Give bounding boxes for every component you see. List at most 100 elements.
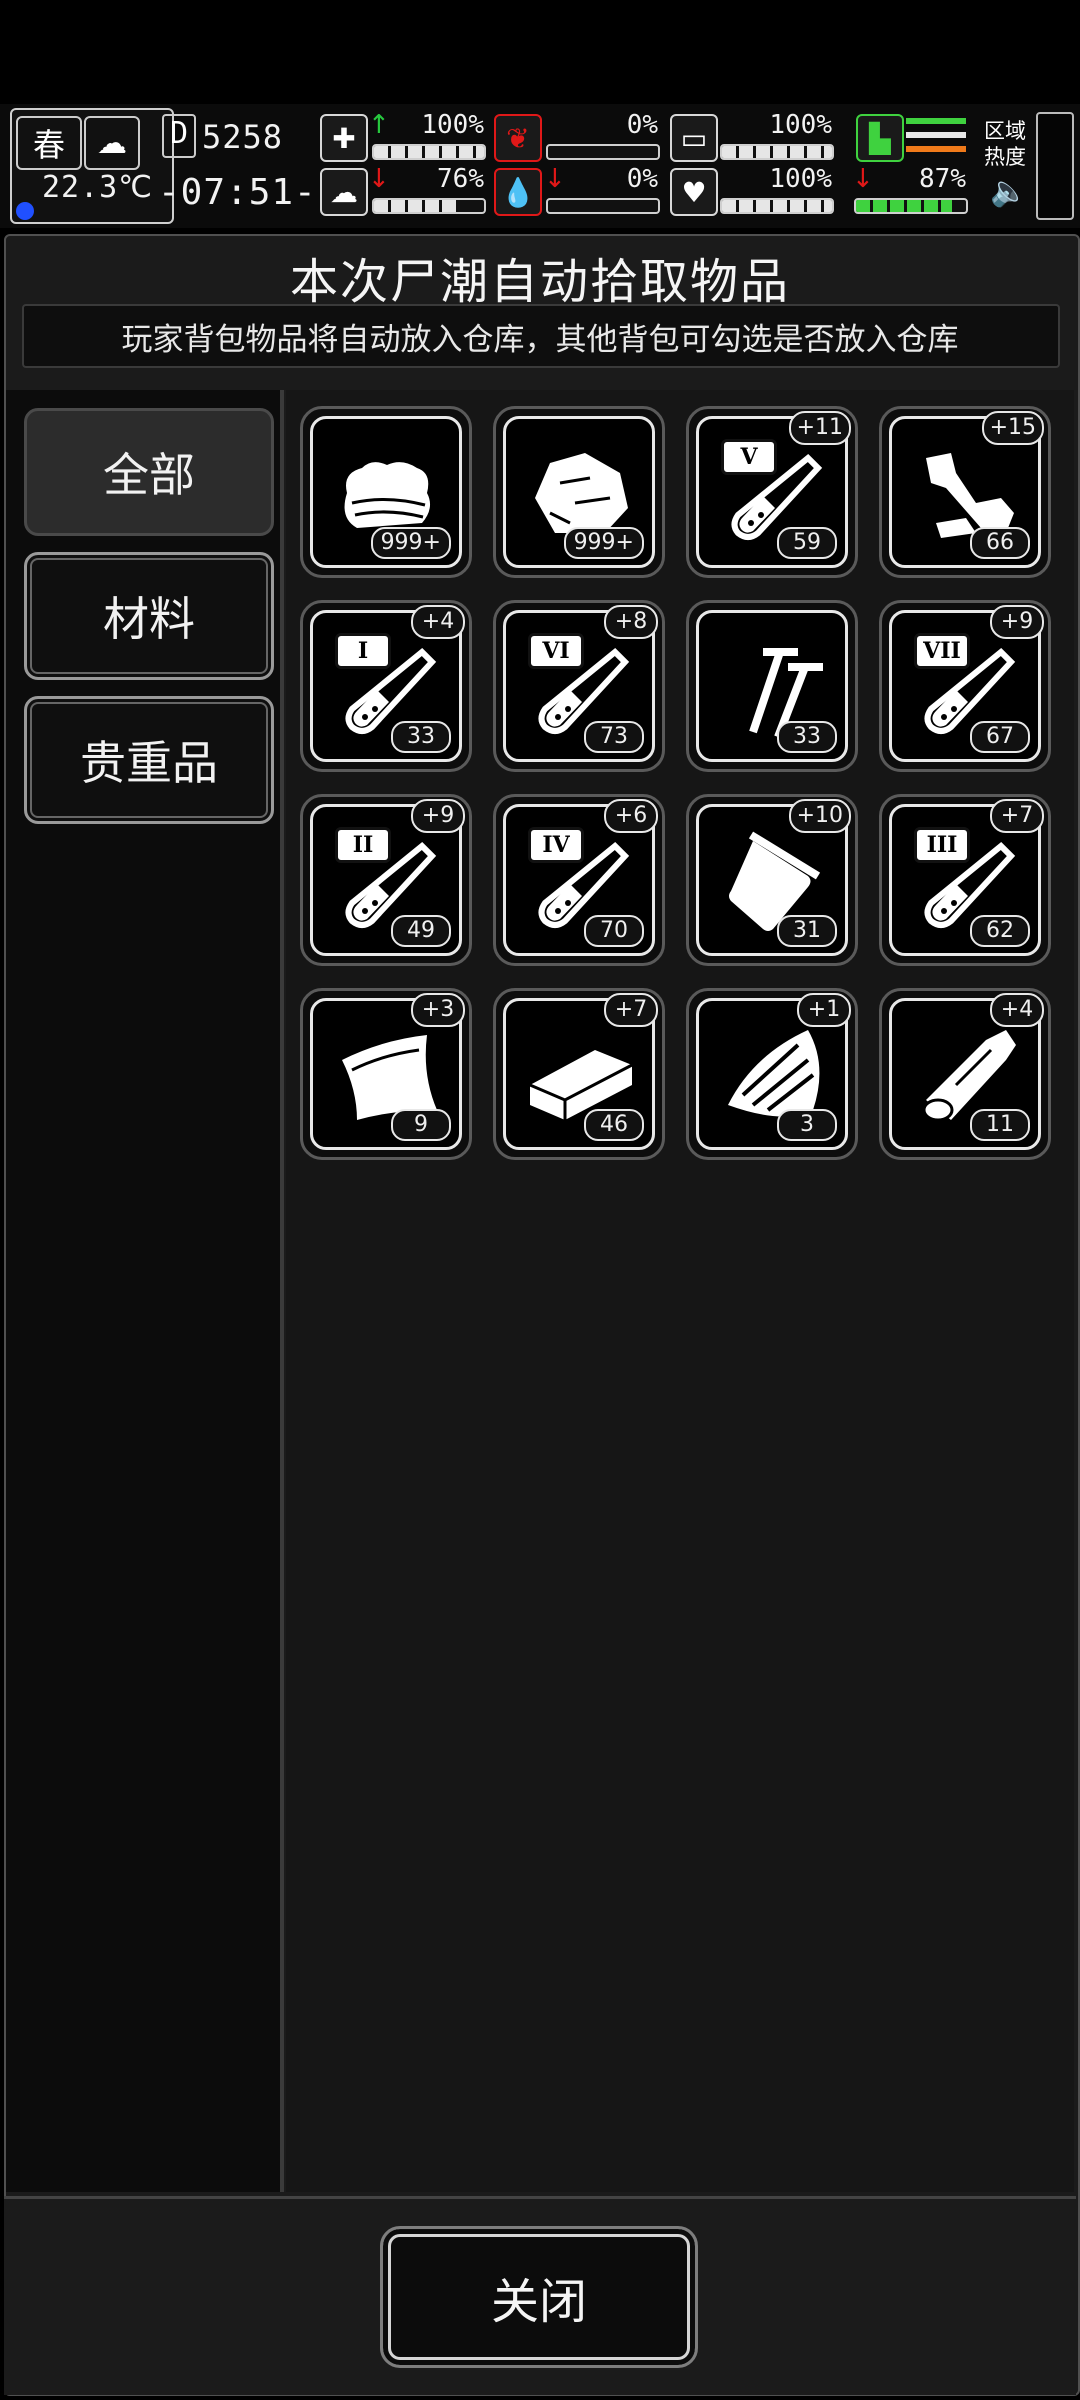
item-count: 67 bbox=[970, 721, 1030, 753]
item-count: 70 bbox=[584, 915, 644, 947]
medkit-icon: ✚ bbox=[320, 114, 368, 162]
item-count: 62 bbox=[970, 915, 1030, 947]
dialog-subtitle: 玩家背包物品将自动放入仓库，其他背包可勾选是否放入仓库 bbox=[121, 322, 959, 358]
leg-stripe-white bbox=[906, 132, 966, 138]
leg-stripe-green bbox=[906, 118, 966, 124]
item-count: 33 bbox=[777, 721, 837, 753]
item-count: 73 bbox=[584, 721, 644, 753]
item-slot[interactable]: 11 +4 bbox=[879, 988, 1051, 1160]
item-frame: 999+ bbox=[503, 416, 655, 568]
item-slot[interactable]: 31 +10 bbox=[686, 794, 858, 966]
item-frame: 999+ bbox=[310, 416, 462, 568]
tier-badge: V bbox=[721, 439, 777, 475]
item-count: 999+ bbox=[563, 527, 644, 559]
item-slot[interactable]: VII 67 +9 bbox=[879, 600, 1051, 772]
brain-icon: ☁ bbox=[320, 168, 368, 216]
item-slot[interactable]: II 49 +9 bbox=[300, 794, 472, 966]
stomach-icon: ❦ bbox=[494, 114, 542, 162]
thermometer-icon bbox=[16, 202, 34, 220]
item-count: 999+ bbox=[370, 527, 451, 559]
close-button-label: 关闭 bbox=[490, 2274, 587, 2330]
zone-heat-label: 区域 热度 bbox=[984, 119, 1026, 169]
item-count: 33 bbox=[391, 721, 451, 753]
item-slot[interactable]: IV 70 +6 bbox=[493, 794, 665, 966]
item-count: 66 bbox=[970, 527, 1030, 559]
cloud-rain-icon: ☁ bbox=[84, 116, 140, 170]
item-grid: 999+ 999+ V 59 +11 66 +15 I 33 +4 VI 73 +8 33 VII 67 +9 I… bbox=[286, 390, 1074, 2192]
stamina-percent: 100% bbox=[769, 110, 832, 140]
stamina-bar bbox=[720, 144, 834, 160]
water-percent: 0% bbox=[626, 164, 658, 194]
water-bar bbox=[546, 198, 660, 214]
item-bonus-badge: +4 bbox=[990, 993, 1044, 1027]
temperature-label: 22.3℃ bbox=[42, 170, 153, 205]
dialog-title: 本次尸潮自动拾取物品 bbox=[289, 254, 790, 310]
tab-all-label: 全部 bbox=[103, 448, 195, 502]
item-bonus-badge: +9 bbox=[990, 605, 1044, 639]
tier-badge: IV bbox=[528, 827, 584, 863]
stomach-bar bbox=[546, 144, 660, 160]
item-slot[interactable]: VI 73 +8 bbox=[493, 600, 665, 772]
item-count: 46 bbox=[584, 1109, 644, 1141]
item-bonus-badge: +15 bbox=[981, 411, 1044, 445]
boot-icon: ▙ bbox=[856, 114, 904, 162]
item-slot[interactable]: 46 +7 bbox=[493, 988, 665, 1160]
leg-stripe-orange bbox=[906, 146, 966, 152]
day-icon: D bbox=[162, 114, 196, 158]
tab-valuables-label: 贵重品 bbox=[80, 736, 218, 790]
health-bar-fill bbox=[374, 146, 484, 158]
day-counter: 5258 bbox=[202, 118, 284, 156]
tier-badge: VI bbox=[528, 633, 584, 669]
brain-percent: 76% bbox=[437, 164, 484, 194]
item-slot[interactable]: III 62 +7 bbox=[879, 794, 1051, 966]
item-slot[interactable]: 3 +1 bbox=[686, 988, 858, 1160]
tier-badge: VII bbox=[914, 633, 970, 669]
speaker-icon[interactable]: 🔈 bbox=[990, 174, 1027, 209]
item-slot[interactable]: 9 +3 bbox=[300, 988, 472, 1160]
item-slot[interactable]: V 59 +11 bbox=[686, 406, 858, 578]
item-slot[interactable]: I 33 +4 bbox=[300, 600, 472, 772]
leg-bar-fill bbox=[856, 200, 952, 212]
health-bar bbox=[372, 144, 486, 160]
item-bonus-badge: +7 bbox=[604, 993, 658, 1027]
item-slot[interactable]: 999+ bbox=[300, 406, 472, 578]
day-time-panel: D 5258 -07:51- bbox=[158, 108, 316, 220]
item-slot[interactable]: 33 bbox=[686, 600, 858, 772]
heart-percent: 100% bbox=[769, 164, 832, 194]
leg-percent: 87% bbox=[919, 164, 966, 194]
item-bonus-badge: +7 bbox=[990, 799, 1044, 833]
item-bonus-badge: +6 bbox=[604, 799, 658, 833]
tab-materials[interactable]: 材料 bbox=[24, 552, 274, 680]
item-count: 9 bbox=[391, 1109, 451, 1141]
clock-label: -07:51- bbox=[158, 172, 317, 213]
item-count: 11 bbox=[970, 1109, 1030, 1141]
tier-badge: II bbox=[335, 827, 391, 863]
close-button[interactable]: 关闭 bbox=[380, 2226, 698, 2368]
tier-badge: III bbox=[914, 827, 970, 863]
status-hud: 春 ☁ 22.3℃ D 5258 -07:51- ✚ ↑ 100% ❦ 0% ▭… bbox=[0, 104, 1080, 228]
item-bonus-badge: +9 bbox=[411, 799, 465, 833]
tier-badge: I bbox=[335, 633, 391, 669]
category-sidebar: 全部 材料 贵重品 bbox=[6, 390, 284, 2192]
item-bonus-badge: +10 bbox=[788, 799, 851, 833]
weather-panel: 春 ☁ 22.3℃ bbox=[10, 108, 174, 224]
tab-valuables[interactable]: 贵重品 bbox=[24, 696, 274, 824]
item-count: 31 bbox=[777, 915, 837, 947]
health-percent: 100% bbox=[421, 110, 484, 140]
item-count: 59 bbox=[777, 527, 837, 559]
stamina-bar-fill bbox=[722, 146, 832, 158]
tab-all[interactable]: 全部 bbox=[24, 408, 274, 536]
item-bonus-badge: +1 bbox=[797, 993, 851, 1027]
stomach-percent: 0% bbox=[626, 110, 658, 140]
item-slot[interactable]: 999+ bbox=[493, 406, 665, 578]
item-slot[interactable]: 66 +15 bbox=[879, 406, 1051, 578]
stamina-icon: ▭ bbox=[670, 114, 718, 162]
water-drop-icon: 💧 bbox=[494, 168, 542, 216]
item-bonus-badge: +11 bbox=[788, 411, 851, 445]
item-frame: 33 bbox=[696, 610, 848, 762]
heart-bar-fill bbox=[722, 200, 832, 212]
item-bonus-badge: +3 bbox=[411, 993, 465, 1027]
item-count: 49 bbox=[391, 915, 451, 947]
item-bonus-badge: +8 bbox=[604, 605, 658, 639]
brain-bar bbox=[372, 198, 486, 214]
